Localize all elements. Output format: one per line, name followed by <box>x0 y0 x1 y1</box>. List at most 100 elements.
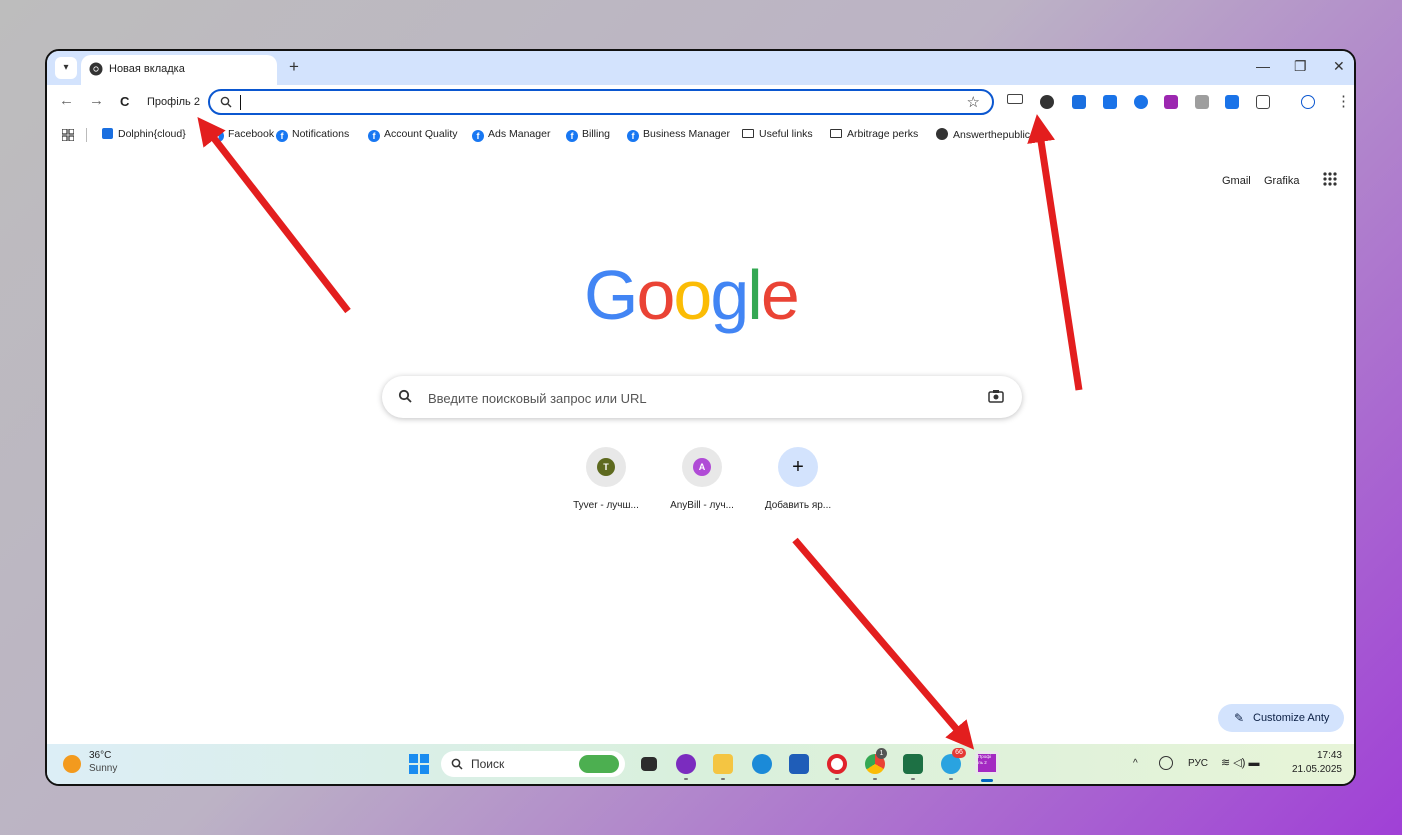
bookmark-folder-useful-links[interactable]: Useful links <box>742 128 813 140</box>
profile-window-thumbnail: Профі ль 2 <box>978 754 996 772</box>
search-icon <box>451 758 463 770</box>
minimize-button[interactable]: — <box>1256 58 1270 74</box>
facebook-icon: f <box>472 130 484 142</box>
gmail-link[interactable]: Gmail <box>1222 175 1251 187</box>
running-indicator <box>721 778 725 780</box>
edge-icon[interactable] <box>752 754 772 774</box>
infinity-extension-icon[interactable] <box>1134 95 1148 109</box>
bookmark-business-manager[interactable]: f Business Manager <box>627 128 730 142</box>
globe-icon <box>936 128 948 140</box>
sun-icon[interactable] <box>63 755 81 773</box>
cookie-extension-icon[interactable] <box>1040 95 1054 109</box>
bookmark-star-icon[interactable]: ☆ <box>967 93 980 111</box>
shortcut-label: Добавить яр... <box>764 500 832 511</box>
taskbar-search[interactable]: Поиск <box>441 751 625 777</box>
extension-icon[interactable] <box>1103 95 1117 109</box>
running-indicator <box>835 778 839 780</box>
customize-button[interactable]: ✎ Customize Anty <box>1218 704 1344 732</box>
profile-avatar-icon[interactable] <box>1301 95 1315 109</box>
bookmark-folder-arbitrage-perks[interactable]: Arbitrage perks <box>830 128 918 140</box>
pencil-icon: ✎ <box>1234 711 1245 725</box>
tab-new-tab[interactable]: Новая вкладка <box>81 55 277 85</box>
language-indicator[interactable]: РУС <box>1188 758 1208 769</box>
address-input[interactable] <box>244 93 948 113</box>
task-view-icon[interactable] <box>641 757 657 771</box>
close-button[interactable]: ✕ <box>1333 58 1345 75</box>
extensions-puzzle-icon[interactable] <box>1256 95 1270 109</box>
bookmark-ads-manager[interactable]: f Ads Manager <box>472 128 550 142</box>
folder-icon <box>830 129 842 138</box>
address-bar[interactable]: ☆ <box>208 89 994 115</box>
toolbar: ← → C Профіль 2 ☆ ⋮ <box>47 85 1354 119</box>
blue-extension-icon[interactable] <box>1225 95 1239 109</box>
running-indicator <box>873 778 877 780</box>
windows-start-icon[interactable] <box>409 754 429 774</box>
facebook-icon: f <box>276 130 288 142</box>
file-explorer-icon[interactable] <box>713 754 733 774</box>
opera-icon[interactable] <box>827 754 847 774</box>
running-indicator <box>911 778 915 780</box>
reload-button[interactable]: C <box>120 94 129 109</box>
microsoft-store-icon[interactable] <box>789 754 809 774</box>
wifi-volume-battery-icons[interactable]: ≋ ◁) ▬ <box>1221 756 1259 769</box>
running-indicator <box>949 778 953 780</box>
chrome-badge: 1 <box>876 748 887 759</box>
sync-icon[interactable] <box>1159 756 1173 770</box>
tab-search-button[interactable]: ▾ <box>55 57 77 79</box>
back-button[interactable]: ← <box>59 92 74 109</box>
menu-icon[interactable]: ⋮ <box>1336 92 1351 110</box>
facebook-icon: f <box>627 130 639 142</box>
shortcut-initial: T <box>597 458 615 476</box>
restore-button[interactable]: ❐ <box>1294 58 1307 75</box>
customize-label: Customize Anty <box>1253 712 1330 724</box>
clock-date[interactable]: 21.05.2025 <box>1292 764 1342 775</box>
bookmarks-bar: Dolphin{cloud} f Facebook f Notifications … <box>47 119 1354 152</box>
google-logo: Google <box>584 256 800 334</box>
plus-icon: + <box>792 456 804 478</box>
google-apps-icon[interactable] <box>1322 171 1338 187</box>
images-link[interactable]: Grafika <box>1264 175 1299 187</box>
chrome-icon <box>89 62 103 76</box>
bookmark-facebook[interactable]: f Facebook <box>212 128 274 142</box>
excel-icon[interactable] <box>903 754 923 774</box>
shortcut-label: Tyver - лучш... <box>573 500 639 511</box>
new-tab-button[interactable]: + <box>289 57 299 77</box>
facebook-icon: f <box>368 130 380 142</box>
camera-icon[interactable] <box>988 389 1004 403</box>
a-extension-icon[interactable] <box>1195 95 1209 109</box>
tab-title: Новая вкладка <box>109 63 185 75</box>
bookmark-billing[interactable]: f Billing <box>566 128 610 142</box>
bookmark-answerthepublic[interactable]: Answerthepublic <box>936 128 1030 141</box>
purple-extension-icon[interactable] <box>1164 95 1178 109</box>
add-shortcut-icon: + <box>778 447 818 487</box>
shortcut-initial: A <box>693 458 711 476</box>
shortcut-add[interactable]: + Добавить яр... <box>753 447 843 511</box>
bookmark-account-quality[interactable]: f Account Quality <box>368 128 458 142</box>
bookmark-dolphin[interactable]: Dolphin{cloud} <box>102 128 186 140</box>
forward-button[interactable]: → <box>89 92 104 109</box>
bookmark-notifications[interactable]: f Notifications <box>276 128 349 142</box>
shortcut-icon: T <box>586 447 626 487</box>
clock-time[interactable]: 17:43 <box>1317 750 1342 761</box>
shortcut-anybill[interactable]: A AnyBill - луч... <box>657 447 747 511</box>
search-icon <box>398 389 412 403</box>
bookmark-separator <box>86 128 87 142</box>
tray-overflow-icon[interactable]: ^ <box>1133 758 1138 769</box>
text-cursor <box>240 95 241 110</box>
tab-strip: ▾ Новая вкладка + — ❐ ✕ <box>47 51 1354 85</box>
running-indicator <box>684 778 688 780</box>
profile-window-app-icon[interactable]: Профі ль 2 <box>975 751 999 775</box>
dolphin-icon <box>102 128 113 139</box>
folder-icon <box>742 129 754 138</box>
search-box[interactable] <box>382 376 1022 418</box>
video-camera-icon[interactable] <box>1007 94 1023 104</box>
dolphin-extension-icon[interactable] <box>1072 95 1086 109</box>
telegram-badge: 66 <box>952 748 966 758</box>
dolphin-anty-app-icon[interactable] <box>676 754 696 774</box>
search-input[interactable] <box>426 387 970 409</box>
shortcut-tyver[interactable]: T Tyver - лучш... <box>561 447 651 511</box>
search-icon <box>220 96 232 108</box>
facebook-icon: f <box>212 130 224 142</box>
apps-grid-icon[interactable] <box>62 129 74 141</box>
profile-label: Профіль 2 <box>147 96 200 108</box>
